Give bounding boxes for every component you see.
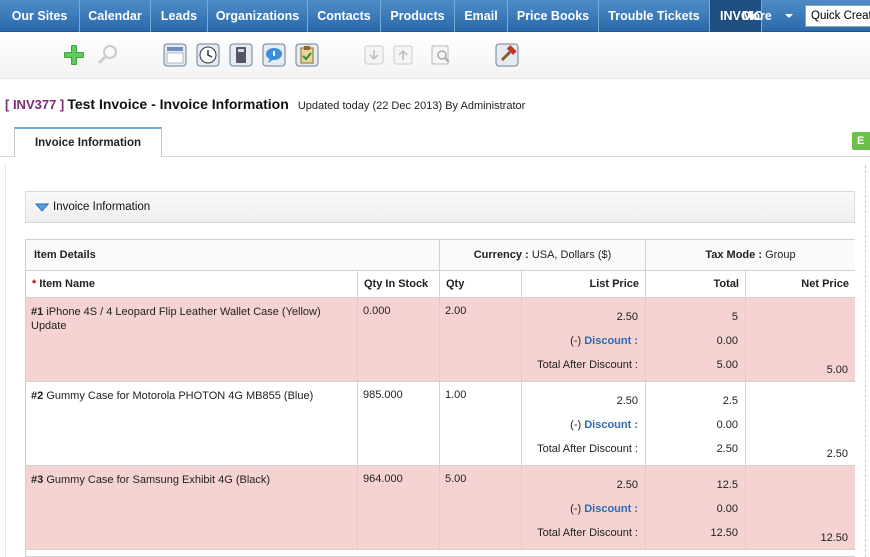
nav-tab-our-sites[interactable]: Our Sites <box>0 0 80 32</box>
table-row: #2 Gummy Case for Motorola PHOTON 4G MB8… <box>26 382 855 466</box>
export-icon[interactable] <box>390 42 416 68</box>
nav-tab-email[interactable]: Email <box>455 0 508 32</box>
clock-icon[interactable] <box>195 42 221 68</box>
qty-in-stock-cell: 964.000 <box>358 466 440 550</box>
edit-button[interactable]: E <box>852 132 870 150</box>
column-header-total: Total <box>646 271 746 298</box>
discount-link[interactable]: (-) Discount : <box>570 335 638 347</box>
list-price-cell: 2.50 (-) Discount : Total After Discount… <box>522 298 646 382</box>
record-title-row: [ INV377 ] Test Invoice - Invoice Inform… <box>5 96 525 114</box>
item-name-cell: #2 Gummy Case for Motorola PHOTON 4G MB8… <box>26 382 358 466</box>
net-price-cell: 2.50 <box>746 382 855 466</box>
quick-create-select[interactable]: Quick Create <box>805 5 870 27</box>
total-cell: 12.5 0.00 12.50 <box>646 466 746 550</box>
item-description: Update <box>31 320 67 332</box>
table-row: #3 Gummy Case for Samsung Exhibit 4G (Bl… <box>26 466 855 550</box>
chevron-down-icon <box>784 0 802 32</box>
item-details-table: Item Details Currency : USA, Dollars ($)… <box>25 239 855 557</box>
net-price-cell: 5.00 <box>746 298 855 382</box>
list-price-cell: 2.50 (-) Discount : Total After Discount… <box>522 382 646 466</box>
qty-in-stock-cell: 0.000 <box>358 298 440 382</box>
nav-tab-organizations[interactable]: Organizations <box>208 0 308 32</box>
currency-header: Currency : USA, Dollars ($) <box>440 240 646 271</box>
column-header-list-price: List Price <box>522 271 646 298</box>
qty-cell: 1.00 <box>440 382 522 466</box>
nav-tab-calendar[interactable]: Calendar <box>80 0 151 32</box>
total-cell: 5 0.00 5.00 <box>646 298 746 382</box>
item-number: #3 <box>31 474 44 486</box>
item-name-cell: #3 Gummy Case for Samsung Exhibit 4G (Bl… <box>26 466 358 550</box>
search-icon[interactable] <box>95 42 121 68</box>
clipboard-icon[interactable] <box>294 42 320 68</box>
qty-cell: 5.00 <box>440 466 522 550</box>
total-after-discount-label: Total After Discount : <box>537 527 638 539</box>
import-icon[interactable] <box>361 42 387 68</box>
item-name: iPhone 4S / 4 Leopard Flip Leather Walle… <box>46 306 321 318</box>
table-row: #1 iPhone 4S / 4 Leopard Flip Leather Wa… <box>26 298 855 382</box>
total-after-discount-label: Total After Discount : <box>537 443 638 455</box>
main-nav-bar: Our Sites Calendar Leads Organizations C… <box>0 0 870 32</box>
record-id: [ INV377 ] <box>5 97 65 112</box>
column-header-qty: Qty <box>440 271 522 298</box>
total-after-discount-label: Total After Discount : <box>537 359 638 371</box>
item-number: #1 <box>31 306 44 318</box>
nav-tab-leads[interactable]: Leads <box>151 0 208 32</box>
column-header-qty-in-stock: Qty In Stock <box>358 271 440 298</box>
nav-tab-products[interactable]: Products <box>381 0 455 32</box>
nav-more-button[interactable]: More <box>740 0 784 32</box>
section-header-invoice-information[interactable]: Invoice Information <box>25 191 855 223</box>
list-price-cell: 2.50 (-) Discount : Total After Discount… <box>522 466 646 550</box>
add-icon[interactable] <box>61 42 87 68</box>
item-name: Gummy Case for Motorola PHOTON 4G MB855 … <box>46 390 314 402</box>
discount-link[interactable]: (-) Discount : <box>570 503 638 515</box>
column-header-net-price: Net Price <box>746 271 855 298</box>
settings-hammer-icon[interactable] <box>494 42 520 68</box>
calendar-icon[interactable] <box>162 42 188 68</box>
qty-cell: 2.00 <box>440 298 522 382</box>
find-duplicates-icon[interactable] <box>428 42 454 68</box>
list-price-value: 2.50 <box>616 395 638 407</box>
section-title: Invoice Information <box>53 201 151 213</box>
total-cell: 2.5 0.00 2.50 <box>646 382 746 466</box>
tab-invoice-information[interactable]: Invoice Information <box>14 127 162 157</box>
list-price-value: 2.50 <box>616 311 638 323</box>
nav-tab-contacts[interactable]: Contacts <box>308 0 381 32</box>
discount-link[interactable]: (-) Discount : <box>570 419 638 431</box>
content-frame-border <box>865 165 866 557</box>
item-number: #2 <box>31 390 44 402</box>
tax-mode-header: Tax Mode : Group <box>646 240 855 271</box>
list-price-value: 2.50 <box>616 479 638 491</box>
triangle-down-icon <box>35 203 49 212</box>
item-name-cell: #1 iPhone 4S / 4 Leopard Flip Leather Wa… <box>26 298 358 382</box>
qty-in-stock-cell: 985.000 <box>358 382 440 466</box>
chat-icon[interactable] <box>261 42 287 68</box>
nav-tab-price-books[interactable]: Price Books <box>508 0 599 32</box>
net-price-cell: 12.50 <box>746 466 855 550</box>
action-toolbar <box>0 33 870 79</box>
nav-more-label: More <box>742 9 772 23</box>
calculator-icon[interactable] <box>228 42 254 68</box>
record-updated-info: Updated today (22 Dec 2013) By Administr… <box>297 100 526 112</box>
nav-tab-trouble-tickets[interactable]: Trouble Tickets <box>599 0 710 32</box>
item-name: Gummy Case for Samsung Exhibit 4G (Black… <box>46 474 271 486</box>
column-header-item-name: * Item Name <box>26 271 358 298</box>
item-details-header: Item Details <box>26 240 440 271</box>
page-title: Test Invoice - Invoice Information <box>67 96 289 112</box>
